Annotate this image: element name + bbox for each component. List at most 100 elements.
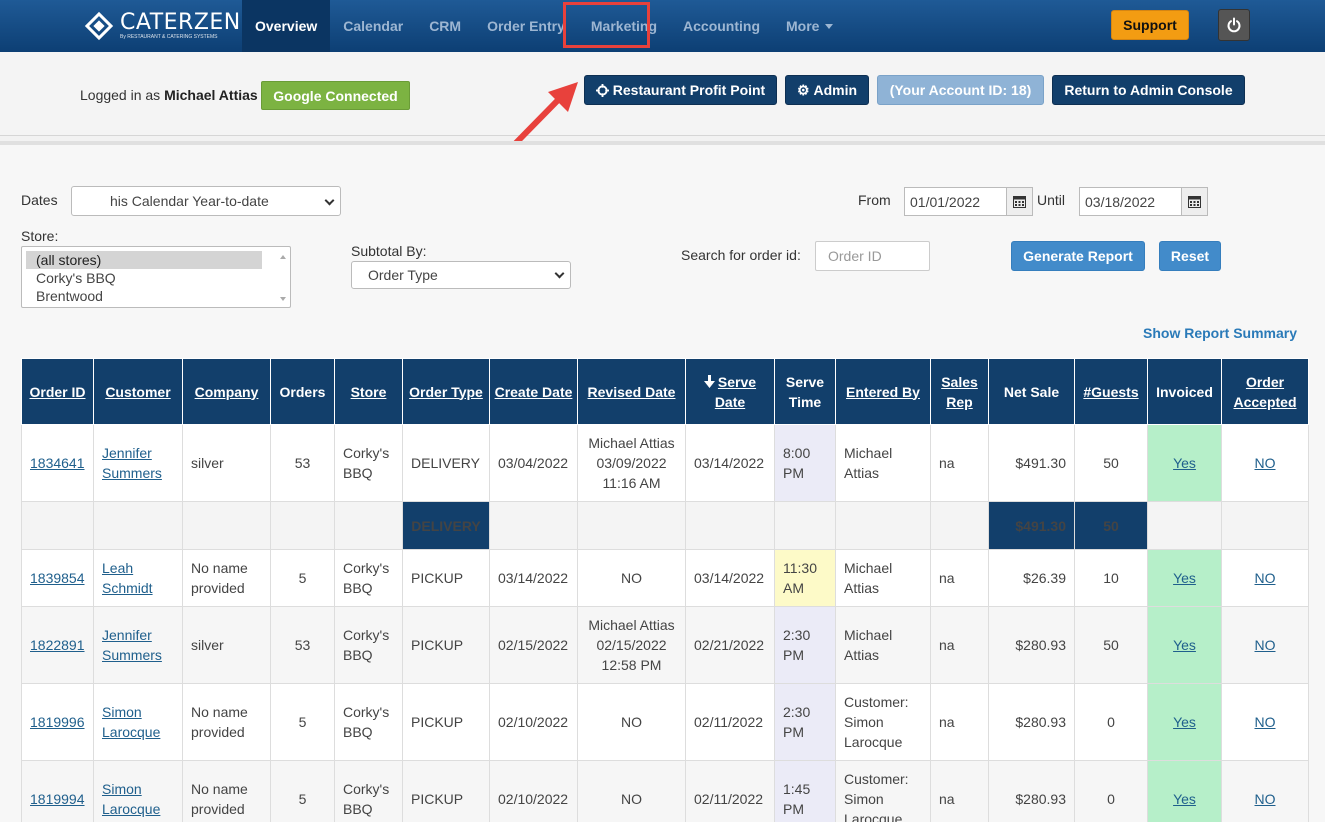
col-serve-date[interactable]: Serve Date [685,358,775,425]
order-accepted-link[interactable]: NO [1255,637,1276,653]
from-date-input[interactable]: 01/01/2022 [904,187,1007,216]
order-accepted-link[interactable]: NO [1255,714,1276,730]
subtotal-label: Subtotal By: [351,243,427,259]
company-cell: silver [182,606,271,684]
from-calendar-button[interactable] [1006,187,1033,216]
customer-link[interactable]: Leah Schmidt [102,560,153,596]
entered-by-cell: Michael Attias [835,549,931,607]
customer-link[interactable]: Jennifer Summers [102,445,162,481]
net-sale-cell: $280.93 [988,760,1075,822]
col-order-accepted-label: Order Accepted [1233,373,1297,410]
return-admin-console-button[interactable]: Return to Admin Console [1052,75,1245,105]
profit-point-label: Restaurant Profit Point [612,82,766,98]
orders-cell: 5 [270,549,335,607]
until-label: Until [1037,192,1066,208]
customer-link[interactable]: Simon Larocque [102,781,160,817]
customer-link[interactable]: Jennifer Summers [102,627,162,663]
entered-by-cell: Customer: Simon Larocque [835,683,931,761]
col-entered-by[interactable]: Entered By [835,358,931,425]
sales-rep-cell: na [930,549,989,607]
order-id-link[interactable]: 1834641 [30,455,85,471]
invoiced-link[interactable]: Yes [1173,637,1196,653]
order-id-link[interactable]: 1819996 [30,714,85,730]
net-sale-cell: $280.93 [988,606,1075,684]
guests-cell: 50 [1074,606,1148,684]
reset-button[interactable]: Reset [1159,241,1221,271]
col-guests[interactable]: #Guests [1074,358,1148,425]
invoiced-link[interactable]: Yes [1173,791,1196,807]
col-serve-date-label: Serve Date [714,373,757,410]
create-date-cell: 02/10/2022 [489,760,578,822]
subtotal-select[interactable]: Order Type [351,261,571,289]
order-type-cell: PICKUP [402,760,490,822]
col-order-id[interactable]: Order ID [21,358,94,425]
nav-calendar[interactable]: Calendar [330,0,416,52]
dates-select[interactable]: his Calendar Year-to-date [71,186,341,216]
invoiced-link[interactable]: Yes [1173,570,1196,586]
until-date-input[interactable]: 03/18/2022 [1079,187,1182,216]
entered-by-cell: Customer: Simon Larocque [835,760,931,822]
support-button[interactable]: Support [1111,10,1189,40]
store-listbox[interactable]: (all stores) Corky's BBQ Brentwood [21,246,291,308]
restaurant-profit-point-button[interactable]: Restaurant Profit Point [584,75,777,105]
listbox-scrollbar[interactable] [278,251,288,305]
col-company[interactable]: Company [182,358,271,425]
net-sale-cell: $280.93 [988,683,1075,761]
subtotal-type-cell: DELIVERY [402,501,490,550]
orders-table: Order ID Customer Company Orders Store O… [21,358,1309,822]
store-option[interactable]: (all stores) [26,251,262,269]
col-sales-rep[interactable]: Sales Rep [930,358,989,425]
from-label: From [858,192,891,208]
invoiced-link[interactable]: Yes [1173,455,1196,471]
store-option[interactable]: Corky's BBQ [26,269,262,287]
caterzen-diamond-icon [84,11,114,41]
store-cell: Corky's BBQ [334,549,403,607]
generate-report-button[interactable]: Generate Report [1011,241,1145,271]
net-sale-cell: $26.39 [988,549,1075,607]
invoiced-link[interactable]: Yes [1173,714,1196,730]
col-net-sale: Net Sale [988,358,1075,425]
show-report-summary-link[interactable]: Show Report Summary [1143,325,1297,341]
create-date-cell: 02/10/2022 [489,683,578,761]
google-connected-button[interactable]: Google Connected [261,81,410,110]
order-id-input[interactable]: Order ID [815,241,930,271]
col-create-date[interactable]: Create Date [489,358,578,425]
col-revised-date[interactable]: Revised Date [577,358,686,425]
caterzen-logo[interactable]: CATERZEN By RESTAURANT & CATERING SYSTEM… [84,8,241,44]
guests-cell: 0 [1074,683,1148,761]
col-order-accepted[interactable]: Order Accepted [1221,358,1309,425]
serve-time-cell: 1:45 PM [774,760,836,822]
revised-date-cell: NO [577,683,686,761]
until-calendar-button[interactable] [1181,187,1208,216]
nav-more-label: More [786,18,820,34]
col-revised-date-label: Revised Date [587,383,676,400]
col-order-id-label: Order ID [29,383,86,400]
sales-rep-cell: na [930,606,989,684]
nav-crm[interactable]: CRM [416,0,474,52]
order-id-link[interactable]: 1819994 [30,791,85,807]
order-id-link[interactable]: 1822891 [30,637,85,653]
col-customer[interactable]: Customer [93,358,183,425]
logged-in-prefix: Logged in as [80,87,161,103]
nav-accounting[interactable]: Accounting [670,0,773,52]
revised-date-cell: NO [577,760,686,822]
store-option[interactable]: Brentwood [26,287,262,305]
calendar-icon [1013,196,1026,208]
nav-more[interactable]: More [773,0,846,52]
logout-button[interactable] [1218,9,1250,41]
brand-tagline: By RESTAURANT & CATERING SYSTEMS [120,34,218,40]
power-icon [1227,17,1241,33]
col-order-type[interactable]: Order Type [402,358,490,425]
admin-button[interactable]: ⚙ Admin [785,75,869,105]
account-id-badge: (Your Account ID: 18) [877,75,1044,105]
table-header-row: Order ID Customer Company Orders Store O… [21,358,1309,425]
serve-date-cell: 02/11/2022 [685,760,775,822]
col-orders-label: Orders [279,383,326,400]
order-accepted-link[interactable]: NO [1255,791,1276,807]
order-accepted-link[interactable]: NO [1255,570,1276,586]
order-accepted-link[interactable]: NO [1255,455,1276,471]
col-store[interactable]: Store [334,358,403,425]
nav-overview[interactable]: Overview [242,0,331,52]
customer-link[interactable]: Simon Larocque [102,704,160,740]
order-id-link[interactable]: 1839854 [30,570,85,586]
